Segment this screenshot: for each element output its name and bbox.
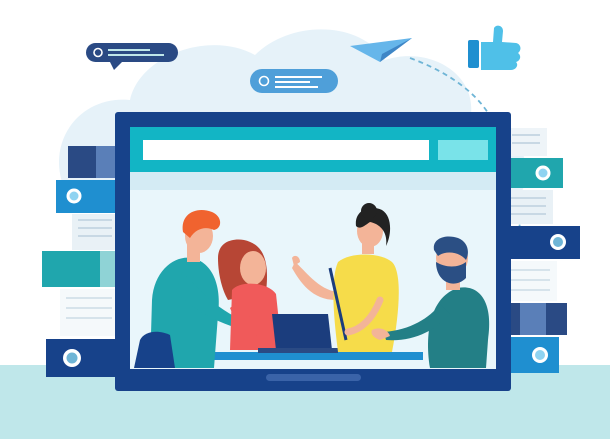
illustration-scene [0, 25, 610, 439]
browser-subbar [130, 172, 496, 190]
chat-bubble-icon [250, 69, 338, 93]
thumbs-up-icon [468, 25, 521, 71]
browser-button [438, 140, 488, 160]
address-bar [143, 140, 429, 160]
monitor-stand-slot [266, 374, 361, 381]
binder-stack-left [42, 146, 118, 377]
binder-stack-right [505, 128, 580, 373]
desk [195, 352, 423, 360]
